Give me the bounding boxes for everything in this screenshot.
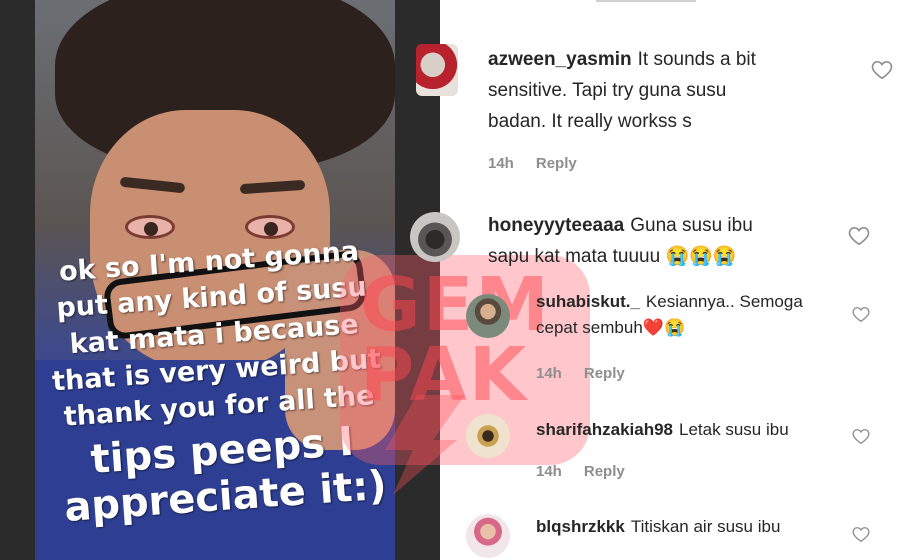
story-panel: ok so I'm not gonna put any kind of susu… [0, 0, 440, 560]
comment-text-line: Letak susu ibu [679, 420, 789, 439]
reply-button[interactable]: Reply [584, 463, 625, 480]
reply-button[interactable]: Reply [584, 365, 625, 382]
comment-time: 14h [536, 463, 562, 480]
like-heart-icon[interactable] [871, 60, 893, 80]
reply-button[interactable]: Reply [536, 155, 577, 172]
comment-meta: 14h Reply [536, 365, 625, 382]
comment-username[interactable]: sharifahzakiah98 [536, 420, 673, 439]
avatar-photo-icon[interactable] [466, 414, 510, 458]
comment-username[interactable]: suhabiskut._ [536, 292, 640, 311]
comment-text-line: cepat sembuh❤️😭 [536, 318, 686, 337]
comment-meta: 14h Reply [536, 463, 625, 480]
comment-text-line: sapu kat mata tuuuu 😭😭😭 [488, 246, 737, 267]
like-heart-icon[interactable] [852, 306, 870, 323]
avatar-photo-icon[interactable] [416, 44, 458, 96]
avatar-photo-icon[interactable] [466, 294, 510, 338]
comment-text: suhabiskut._ Kesiannya.. Semoga cepat sem… [536, 289, 866, 341]
avatar-photo-icon[interactable] [410, 212, 460, 262]
comment-text: blqshrzkkk Titiskan air susu ibu [536, 514, 866, 540]
like-heart-icon[interactable] [848, 226, 870, 246]
comment-text: honeyyyteeaaa Guna susu ibu sapu kat mata… [488, 210, 828, 272]
comment-username[interactable]: honeyyyteeaaa [488, 215, 624, 236]
comment-meta: 14h Reply [488, 155, 577, 172]
like-heart-icon[interactable] [852, 526, 870, 543]
comment-time: 14h [536, 365, 562, 382]
comment-text-line: Guna susu ibu [630, 215, 753, 236]
comment-text: azween_yasmin It sounds a bit sensitive. … [488, 44, 818, 137]
comments-panel: azween_yasmin It sounds a bit sensitive. … [410, 0, 900, 560]
comment-time: 14h [488, 155, 514, 172]
comment-text-line: badan. It really workss s [488, 111, 692, 132]
comment-text: sharifahzakiah98 Letak susu ibu [536, 417, 866, 443]
comment-text-line: Kesiannya.. Semoga [645, 292, 803, 311]
story-photo-eye-left [125, 215, 175, 239]
comment-text-line: Titiskan air susu ibu [630, 517, 781, 536]
comment-username[interactable]: azween_yasmin [488, 49, 632, 70]
cropped-top-line [596, 0, 696, 2]
comment-text-line: It sounds a bit [637, 49, 756, 70]
avatar-photo-icon[interactable] [466, 514, 510, 558]
story-caption: ok so I'm not gonna put any kind of susu… [36, 236, 399, 531]
like-heart-icon[interactable] [852, 428, 870, 445]
comment-text-line: sensitive. Tapi try guna susu [488, 80, 727, 101]
comment-username[interactable]: blqshrzkkk [536, 517, 625, 536]
story-photo-eye-right [245, 215, 295, 239]
